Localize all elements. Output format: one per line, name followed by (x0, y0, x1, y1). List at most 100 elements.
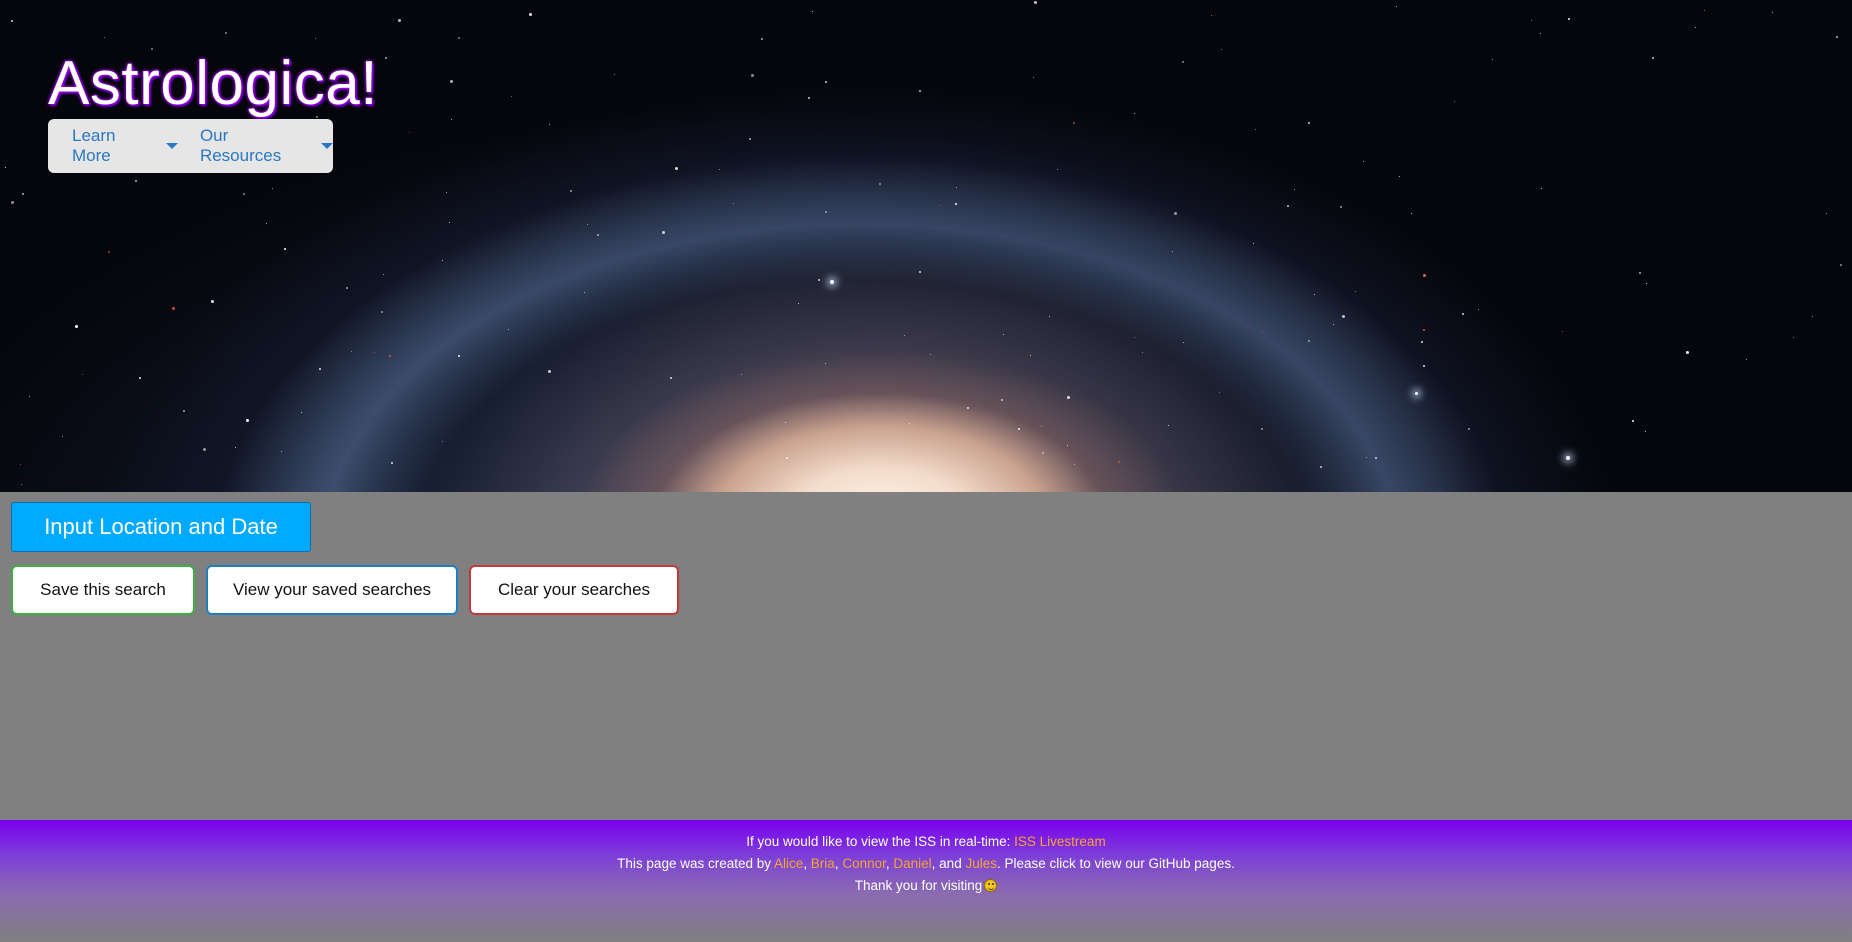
star-decoration (956, 187, 957, 188)
star-decoration (20, 464, 21, 465)
star-decoration (75, 325, 78, 328)
credits-separator: , (803, 856, 811, 871)
star-decoration (108, 251, 110, 253)
star-decoration (1034, 1, 1037, 4)
star-decoration (1042, 452, 1044, 454)
creator-link-daniel[interactable]: Daniel (893, 856, 931, 871)
star-decoration (529, 13, 532, 16)
star-decoration (1255, 129, 1256, 130)
star-decoration (1423, 329, 1425, 331)
star-decoration (761, 38, 763, 40)
star-decoration (785, 422, 786, 423)
star-decoration (21, 484, 22, 485)
star-decoration (272, 188, 273, 189)
bright-star-decoration (1415, 392, 1418, 395)
iss-livestream-link[interactable]: ISS Livestream (1014, 834, 1106, 849)
star-decoration (1262, 331, 1263, 332)
credits-prefix: This page was created by (617, 856, 775, 871)
save-search-button[interactable]: Save this search (11, 565, 195, 615)
star-decoration (1695, 27, 1696, 28)
input-location-date-button[interactable]: Input Location and Date (11, 502, 311, 552)
star-decoration (1478, 309, 1479, 310)
nav-learn-more-label: Learn More (72, 126, 116, 165)
star-decoration (614, 74, 615, 75)
star-decoration (548, 370, 551, 373)
star-decoration (1174, 212, 1177, 215)
footer-credits-line: This page was created by Alice, Bria, Co… (0, 853, 1852, 875)
star-decoration (808, 97, 810, 99)
star-decoration (243, 193, 245, 195)
star-decoration (1134, 337, 1135, 338)
star-decoration (449, 222, 450, 223)
credits-and: , and (931, 856, 966, 871)
star-decoration (458, 355, 460, 357)
star-decoration (284, 248, 286, 250)
star-decoration (733, 203, 734, 204)
star-decoration (351, 351, 352, 352)
star-decoration (1421, 341, 1423, 343)
star-decoration (1342, 315, 1345, 318)
creator-link-alice[interactable]: Alice (774, 856, 803, 871)
star-decoration (11, 20, 13, 22)
star-decoration (1423, 365, 1425, 367)
star-decoration (458, 37, 460, 39)
star-decoration (346, 287, 348, 289)
star-decoration (818, 279, 820, 281)
star-decoration (391, 462, 393, 464)
star-decoration (1340, 206, 1342, 208)
star-decoration (1314, 294, 1315, 295)
star-decoration (825, 81, 827, 83)
star-decoration (1182, 61, 1184, 63)
star-decoration (1411, 213, 1412, 214)
footer-thanks-line: Thank you for visiting (0, 875, 1852, 897)
star-decoration (919, 90, 921, 92)
nav-our-resources-label: Our Resources (199, 126, 282, 165)
creator-link-jules[interactable]: Jules (965, 856, 997, 871)
footer: If you would like to view the ISS in rea… (0, 820, 1852, 942)
star-decoration (225, 32, 227, 34)
star-decoration (1793, 337, 1794, 338)
star-decoration (1030, 355, 1031, 356)
star-decoration (825, 211, 827, 213)
star-decoration (751, 74, 754, 77)
star-decoration (967, 407, 969, 409)
star-decoration (584, 292, 585, 293)
star-decoration (1632, 420, 1634, 422)
star-decoration (741, 374, 742, 375)
star-decoration (675, 167, 678, 170)
smiley-icon (984, 879, 998, 892)
star-decoration (1531, 20, 1532, 21)
star-decoration (508, 329, 509, 330)
star-decoration (62, 436, 63, 437)
star-decoration (82, 374, 83, 375)
star-decoration (1041, 426, 1042, 427)
star-decoration (1812, 316, 1813, 317)
view-saved-searches-button[interactable]: View your saved searches (206, 565, 458, 615)
star-decoration (1221, 49, 1222, 50)
nav-our-resources[interactable]: Our Resources (200, 126, 333, 166)
clear-searches-button[interactable]: Clear your searches (469, 565, 679, 615)
star-decoration (301, 412, 302, 413)
star-decoration (1562, 331, 1563, 332)
star-decoration (1074, 464, 1075, 465)
star-decoration (442, 260, 443, 261)
footer-iss-line: If you would like to view the ISS in rea… (0, 820, 1852, 853)
creator-link-connor[interactable]: Connor (842, 856, 886, 871)
star-decoration (1746, 359, 1747, 360)
caret-down-icon (321, 143, 333, 149)
star-decoration (183, 410, 185, 412)
creator-link-bria[interactable]: Bria (811, 856, 835, 871)
star-decoration (798, 303, 799, 304)
star-decoration (450, 80, 453, 83)
star-decoration (1287, 205, 1289, 207)
star-decoration (919, 271, 921, 273)
star-decoration (1541, 188, 1542, 189)
star-decoration (172, 307, 175, 310)
star-decoration (1454, 101, 1455, 102)
star-decoration (1003, 334, 1004, 335)
star-decoration (1001, 399, 1003, 401)
star-decoration (549, 124, 550, 125)
star-decoration (22, 193, 24, 195)
nav-learn-more[interactable]: Learn More (72, 126, 178, 166)
thanks-text: Thank you for visiting (854, 878, 983, 893)
